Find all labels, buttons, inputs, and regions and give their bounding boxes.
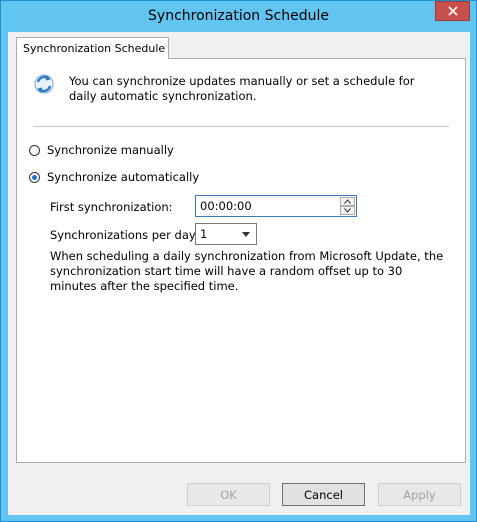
chevron-down-icon	[344, 208, 351, 213]
apply-button[interactable]: Apply	[378, 483, 461, 506]
first-sync-time-input[interactable]: 00:00:00	[195, 195, 357, 217]
radio-label-manual: Synchronize manually	[47, 143, 174, 157]
spin-up-button[interactable]	[340, 197, 355, 206]
per-day-label: Synchronizations per day:	[50, 228, 199, 242]
window-title: Synchronization Schedule	[148, 8, 329, 24]
dialog-window: Synchronization Schedule Synchronization…	[0, 0, 477, 522]
intro-text: You can synchronize updates manually or …	[69, 74, 415, 103]
sync-note-text: When scheduling a daily synchronization …	[50, 249, 444, 293]
per-day-select[interactable]: 1	[195, 223, 257, 245]
chevron-up-icon	[344, 199, 351, 204]
dropdown-arrow-icon	[242, 232, 250, 237]
first-sync-value: 00:00:00	[200, 199, 252, 213]
radio-synchronize-manually[interactable]: Synchronize manually	[29, 143, 174, 157]
first-sync-label: First synchronization:	[50, 200, 173, 214]
close-button[interactable]	[435, 1, 470, 21]
title-bar: Synchronization Schedule	[1, 1, 476, 32]
dialog-client-area: Synchronization Schedule You can synchro…	[8, 32, 470, 515]
ok-button[interactable]: OK	[187, 483, 270, 506]
spin-down-button[interactable]	[340, 206, 355, 215]
divider	[33, 126, 449, 127]
sync-icon	[34, 74, 54, 94]
radio-button-manual[interactable]	[29, 144, 40, 156]
close-icon	[447, 6, 458, 16]
per-day-value: 1	[200, 227, 208, 241]
radio-button-auto[interactable]	[29, 171, 40, 183]
tab-panel: You can synchronize updates manually or …	[16, 58, 466, 463]
radio-label-auto: Synchronize automatically	[47, 170, 200, 184]
radio-synchronize-automatically[interactable]: Synchronize automatically	[29, 170, 199, 184]
tab-synchronization-schedule[interactable]: Synchronization Schedule	[16, 37, 169, 59]
cancel-button[interactable]: Cancel	[282, 483, 365, 506]
